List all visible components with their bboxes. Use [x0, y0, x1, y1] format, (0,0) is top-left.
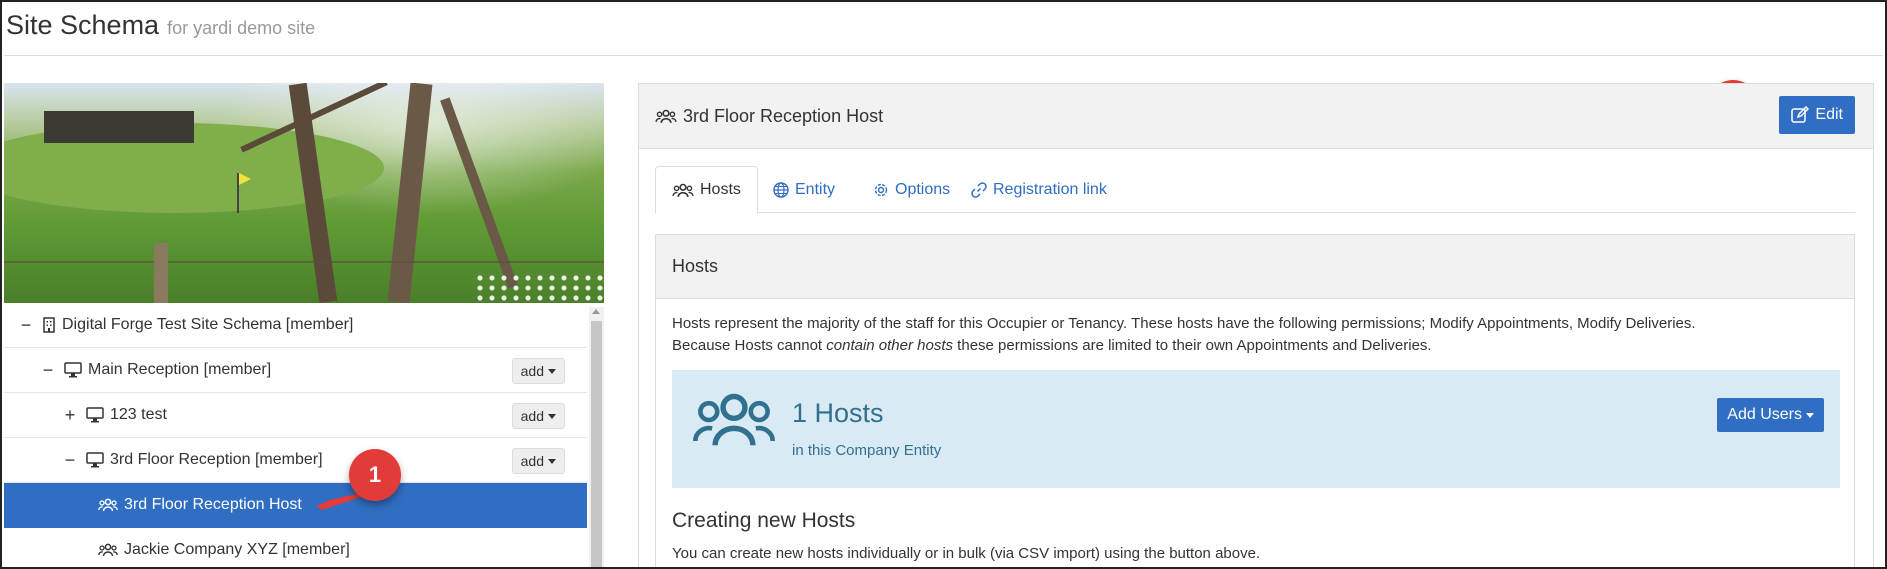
users-icon — [672, 183, 694, 198]
caret-down-icon — [548, 368, 556, 374]
tree-row-label: 3rd Floor Reception [member] — [110, 451, 323, 468]
edit-icon — [1791, 106, 1810, 124]
entity-panel: 3rd Floor Reception Host Edit Hosts Enti… — [638, 83, 1874, 567]
tree-scrollbar[interactable] — [589, 307, 604, 567]
users-icon — [98, 498, 118, 512]
hosts-count-well: 1 Hosts in this Company Entity Add Users — [672, 370, 1840, 488]
page-header: Site Schema for yardi demo site — [6, 10, 315, 56]
tree-row-jackie-company[interactable]: Jackie Company XYZ [member] — [4, 528, 587, 567]
tree-row-label: Main Reception [member] — [88, 361, 272, 378]
tab-registration-link[interactable]: Registration link — [955, 166, 1123, 213]
caret-down-icon — [548, 413, 556, 419]
tree-row-label: 123 test — [110, 406, 167, 423]
tree-row-label: Jackie Company XYZ [member] — [124, 541, 350, 558]
hosts-section: Hosts Hosts represent the majority of th… — [655, 234, 1855, 567]
tree-row-label: Digital Forge Test Site Schema [member] — [62, 316, 354, 333]
hosts-section-heading: Hosts — [656, 235, 1854, 299]
users-icon — [655, 109, 677, 124]
caret-down-icon — [548, 458, 556, 464]
header-divider — [4, 55, 1883, 56]
creating-hosts-title: Creating new Hosts — [672, 509, 856, 532]
add-dropdown-button[interactable]: add — [511, 448, 565, 474]
page-subtitle: for yardi demo site — [167, 18, 316, 38]
collapse-toggle[interactable]: − — [18, 315, 34, 336]
page-title: Site Schema — [6, 10, 160, 40]
tab-bar: Hosts Entity Options Registration link — [655, 166, 1855, 214]
tree-row-site[interactable]: − Digital Forge Test Site Schema [member… — [4, 303, 587, 348]
link-icon — [971, 181, 987, 198]
site-hero-image — [4, 83, 604, 303]
edit-button[interactable]: Edit — [1779, 96, 1855, 134]
tree-row-label: 3rd Floor Reception Host — [124, 496, 302, 513]
collapse-toggle[interactable]: − — [40, 360, 56, 381]
building-icon — [42, 317, 56, 333]
users-icon — [98, 543, 118, 557]
tab-entity[interactable]: Entity — [757, 166, 851, 213]
tab-hosts[interactable]: Hosts — [655, 166, 758, 214]
add-dropdown-button[interactable]: add — [511, 358, 565, 384]
collapse-toggle[interactable]: − — [62, 450, 78, 471]
monitor-icon — [64, 362, 82, 378]
callout-badge-1: 1 — [349, 449, 401, 501]
hosts-count: 1 Hosts — [792, 398, 884, 428]
add-dropdown-button[interactable]: add — [511, 403, 565, 429]
monitor-icon — [86, 452, 104, 468]
caret-down-icon — [1806, 412, 1814, 418]
creating-hosts-text: You can create new hosts individually or… — [672, 545, 1261, 562]
scrollbar-thumb[interactable] — [591, 321, 602, 567]
tree-row-3rd-floor-reception[interactable]: − 3rd Floor Reception [member] add — [4, 438, 587, 483]
globe-icon — [773, 181, 789, 198]
hosts-description: Hosts represent the majority of the staf… — [672, 315, 1696, 354]
users-icon — [692, 390, 776, 455]
tree-row-main-reception[interactable]: − Main Reception [member] add — [4, 348, 587, 393]
expand-toggle[interactable]: + — [62, 405, 78, 426]
scroll-up-arrow-icon[interactable] — [592, 309, 600, 314]
app-frame: Site Schema for yardi demo site − Digita… — [0, 0, 1887, 569]
tree-row-123-test[interactable]: + 123 test add — [4, 393, 587, 438]
schema-tree: − Digital Forge Test Site Schema [member… — [4, 303, 604, 567]
hosts-count-subtitle: in this Company Entity — [792, 442, 942, 459]
tab-options[interactable]: Options — [857, 166, 966, 213]
panel-title: 3rd Floor Reception Host — [683, 105, 884, 126]
monitor-icon — [86, 407, 104, 423]
panel-heading: 3rd Floor Reception Host Edit — [639, 84, 1873, 149]
add-users-button[interactable]: Add Users — [1717, 398, 1824, 432]
gear-icon — [873, 182, 889, 198]
edit-button-label: Edit — [1815, 106, 1843, 123]
tree-row-3rd-floor-reception-host[interactable]: 3rd Floor Reception Host — [4, 483, 587, 528]
